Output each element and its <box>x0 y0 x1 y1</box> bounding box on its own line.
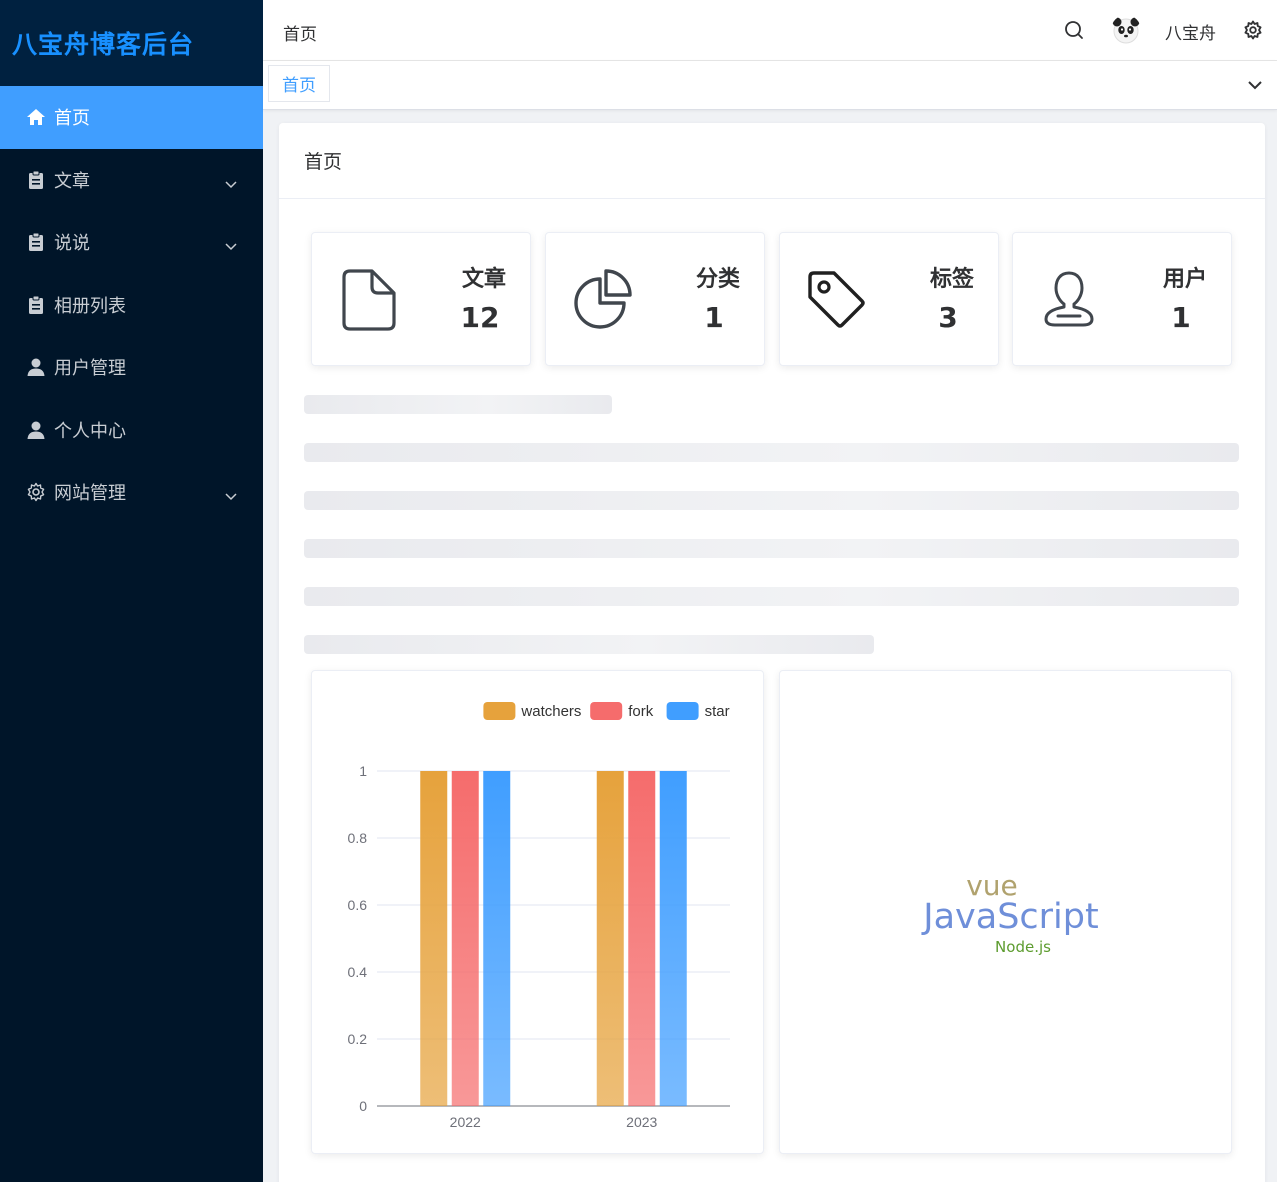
chart-legend: star fork watchers <box>483 702 730 720</box>
sidebar-item-label: 用户管理 <box>54 358 126 380</box>
sidebar-item-albums[interactable]: 相册列表 <box>0 274 263 337</box>
legend-swatch-star <box>666 702 699 720</box>
bar-star-2023 <box>659 771 687 1106</box>
chart-x-axis: 2022 2023 <box>450 1114 658 1130</box>
clipboard-icon <box>26 170 46 190</box>
search-icon[interactable] <box>1063 19 1085 46</box>
pie-chart-icon <box>574 269 632 329</box>
stat-value: 1 <box>1171 301 1191 334</box>
document-icon <box>342 269 396 331</box>
y-tick-label: 0.2 <box>348 1031 368 1047</box>
sidebar-item-label: 首页 <box>54 108 90 130</box>
home-icon <box>26 107 46 127</box>
gear-icon <box>26 482 46 502</box>
y-tick-label: 1 <box>359 763 367 779</box>
sidebar-item-moments[interactable]: 说说 <box>0 211 263 274</box>
stat-value: 12 <box>460 301 500 334</box>
skeleton-line <box>304 491 1239 510</box>
sidebar-item-site-management[interactable]: 网站管理 <box>0 461 263 524</box>
chevron-down-icon <box>225 486 237 507</box>
tech-wordcloud-panel: vue JavaScript Node.js <box>779 670 1232 1154</box>
user-icon <box>26 357 46 377</box>
chevron-down-icon <box>225 236 237 257</box>
price-tag-icon <box>808 271 865 328</box>
legend-swatch-watchers <box>483 702 516 720</box>
word-javascript: JavaScript <box>921 897 1098 937</box>
legend-swatch-fork <box>590 702 623 720</box>
user-icon <box>26 420 46 440</box>
skeleton-line <box>304 587 1239 606</box>
wordcloud: vue JavaScript Node.js <box>921 869 1098 956</box>
username[interactable]: 八宝舟 <box>1165 19 1216 44</box>
app-logo[interactable]: 八宝舟博客后台 <box>0 0 263 86</box>
y-tick-label: 0 <box>359 1098 367 1114</box>
word-nodejs: Node.js <box>995 938 1051 956</box>
stat-card-articles[interactable]: 文章 12 <box>311 232 531 366</box>
stat-value: 3 <box>938 301 958 334</box>
y-tick-label: 0.4 <box>348 964 368 980</box>
bar-watchers-2023 <box>596 771 624 1106</box>
card-header: 首页 <box>279 123 1265 199</box>
skeleton-line <box>304 443 1239 462</box>
user-outline-icon <box>1044 271 1094 327</box>
github-stats-chart-panel: 0 0.2 0.4 0.6 0.8 1 2022 2023 star fork watchers <box>311 670 764 1154</box>
tab-label: 首页 <box>282 76 316 96</box>
clipboard-icon <box>26 295 46 315</box>
y-tick-label: 0.8 <box>348 830 368 846</box>
skeleton-line <box>304 539 1239 558</box>
chart-bars <box>420 771 687 1106</box>
sidebar-item-label: 个人中心 <box>54 420 126 442</box>
y-tick-label: 0.6 <box>348 897 368 913</box>
tab-home[interactable]: 首页 <box>268 65 330 102</box>
stat-title: 用户 <box>1162 267 1207 292</box>
sidebar-item-label: 文章 <box>54 170 90 192</box>
stat-value: 1 <box>704 301 724 334</box>
chart-y-axis: 0 0.2 0.4 0.6 0.8 1 <box>348 763 368 1114</box>
avatar[interactable] <box>1111 15 1141 45</box>
sidebar-item-label: 相册列表 <box>54 295 126 317</box>
page-title: 首页 <box>304 151 343 173</box>
x-tick-label: 2022 <box>450 1114 481 1130</box>
chevron-down-icon <box>225 174 237 195</box>
stat-title: 标签 <box>929 267 974 292</box>
bar-watchers-2022 <box>420 771 448 1106</box>
x-tick-label: 2023 <box>626 1114 657 1130</box>
sidebar-item-label: 网站管理 <box>54 483 126 505</box>
sidebar-item-home[interactable]: 首页 <box>0 86 263 149</box>
sidebar: 八宝舟博客后台 首页 文章 说说 相册列表 用户管理 个人中心 网站管理 <box>0 0 263 1182</box>
tags-view: 首页 <box>263 61 1277 110</box>
stat-title: 分类 <box>695 267 740 292</box>
stat-card-users[interactable]: 用户 1 <box>1012 232 1232 366</box>
legend-label-star: star <box>705 703 730 720</box>
bar-star-2022 <box>483 771 511 1106</box>
app-title: 八宝舟博客后台 <box>12 30 195 59</box>
chevron-down-icon[interactable] <box>1247 77 1263 98</box>
stat-card-categories[interactable]: 分类 1 <box>545 232 765 366</box>
legend-label-watchers: watchers <box>520 703 581 720</box>
legend-label-fork: fork <box>628 703 654 720</box>
gear-icon[interactable] <box>1243 20 1263 45</box>
sidebar-item-user-management[interactable]: 用户管理 <box>0 336 263 399</box>
stat-card-tags[interactable]: 标签 3 <box>779 232 999 366</box>
skeleton-title <box>304 395 612 414</box>
sidebar-item-label: 说说 <box>54 233 90 255</box>
skeleton-line <box>304 635 874 654</box>
stat-title: 文章 <box>461 267 506 292</box>
bar-fork-2023 <box>628 771 656 1106</box>
bar-chart: 0 0.2 0.4 0.6 0.8 1 2022 2023 star fork watchers <box>348 702 730 1130</box>
sidebar-item-profile[interactable]: 个人中心 <box>0 399 263 462</box>
sidebar-item-articles[interactable]: 文章 <box>0 149 263 212</box>
clipboard-icon <box>26 232 46 252</box>
top-header: 首页 八宝舟 <box>263 0 1277 61</box>
breadcrumb[interactable]: 首页 <box>283 20 317 45</box>
bar-fork-2022 <box>451 771 479 1106</box>
